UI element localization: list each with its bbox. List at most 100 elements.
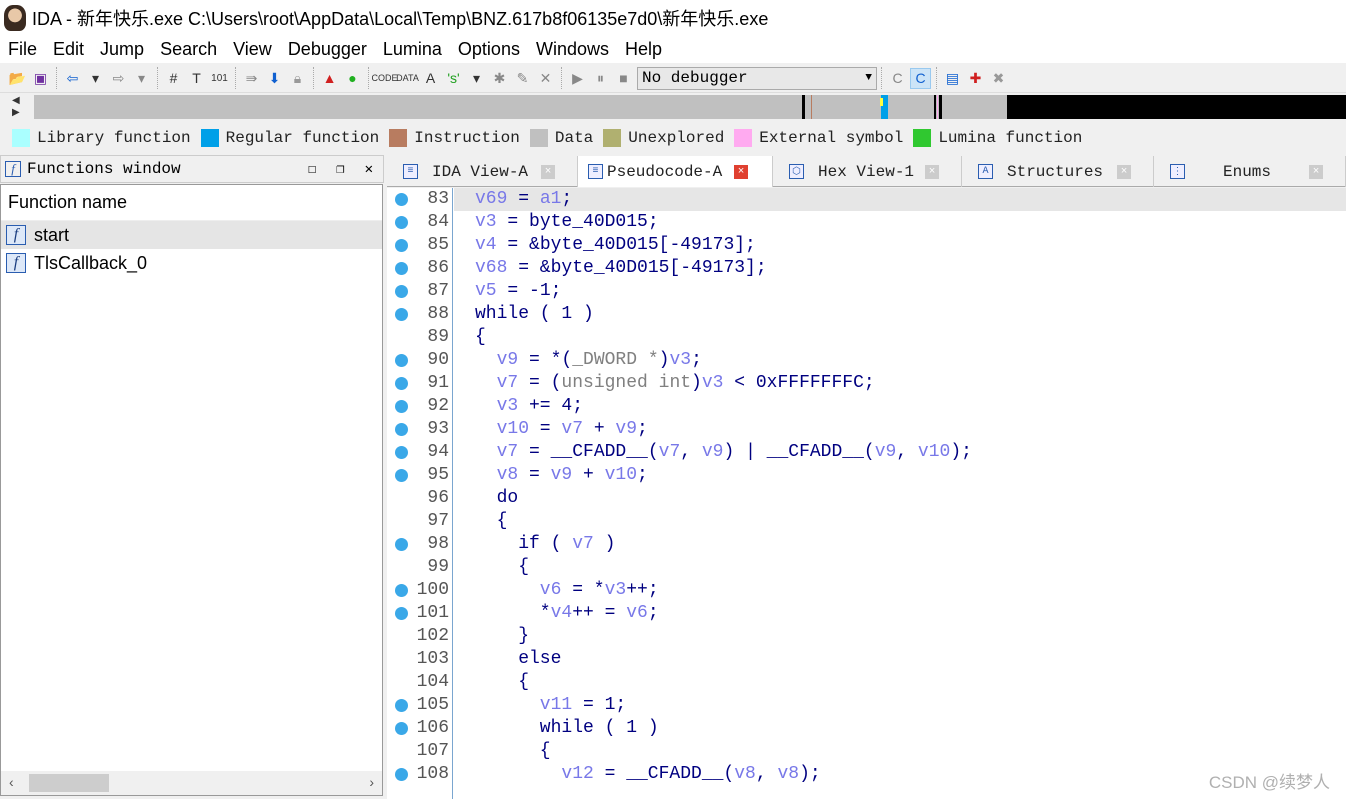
- code-line[interactable]: 99 {: [387, 556, 1346, 579]
- breakpoint-dot-icon[interactable]: [395, 354, 408, 367]
- code-line[interactable]: 108 v12 = __CFADD__(v8, v8);: [387, 763, 1346, 786]
- search-next-icon[interactable]: ⇛: [241, 68, 262, 89]
- add-breakpoint-icon[interactable]: ✚: [965, 68, 986, 89]
- open-icon[interactable]: 📂: [7, 68, 28, 89]
- code-line[interactable]: 84 v3 = byte_40D015;: [387, 211, 1346, 234]
- code-line[interactable]: 100 v6 = *v3++;: [387, 579, 1346, 602]
- code-line[interactable]: 106 while ( 1 ): [387, 717, 1346, 740]
- maximize-icon[interactable]: ☐: [308, 161, 316, 178]
- menu-file[interactable]: File: [0, 39, 45, 60]
- code-line[interactable]: 103 else: [387, 648, 1346, 671]
- menu-lumina[interactable]: Lumina: [375, 39, 450, 60]
- menu-view[interactable]: View: [225, 39, 280, 60]
- tab-enums[interactable]: ⋮ Enums ×: [1154, 156, 1346, 187]
- function-item[interactable]: f TlsCallback_0: [1, 249, 382, 277]
- close-tab-icon[interactable]: ×: [925, 164, 939, 179]
- breakpoint-list-icon[interactable]: ▤: [942, 68, 963, 89]
- breakpoint-dot-icon[interactable]: [395, 377, 408, 390]
- breakpoint-dot-icon[interactable]: [395, 584, 408, 597]
- green-circle-icon[interactable]: ●: [342, 68, 363, 89]
- breakpoint-dot-icon[interactable]: [395, 262, 408, 275]
- code-line[interactable]: 102}: [387, 625, 1346, 648]
- back-dropdown-icon[interactable]: ▾: [85, 68, 106, 89]
- breakpoint-dot-icon[interactable]: [395, 607, 408, 620]
- breakpoint-dot-icon[interactable]: [395, 446, 408, 459]
- close-tab-icon[interactable]: ×: [1309, 164, 1323, 179]
- menu-windows[interactable]: Windows: [528, 39, 617, 60]
- tab-hex-view-1[interactable]: ⬡ Hex View-1 ×: [773, 156, 962, 187]
- scrollbar-thumb[interactable]: [29, 774, 109, 792]
- menu-edit[interactable]: Edit: [45, 39, 92, 60]
- undefine-icon[interactable]: ✱: [489, 68, 510, 89]
- code-line[interactable]: 90 v9 = *(_DWORD *)v3;: [387, 349, 1346, 372]
- code-line[interactable]: 94 v7 = __CFADD__(v7, v9) | __CFADD__(v9,…: [387, 441, 1346, 464]
- code-line[interactable]: 104 {: [387, 671, 1346, 694]
- delete-icon[interactable]: ✕: [535, 68, 556, 89]
- forward-dropdown-icon[interactable]: ▾: [131, 68, 152, 89]
- code-line[interactable]: 97 {: [387, 510, 1346, 533]
- breakpoint-dot-icon[interactable]: [395, 308, 408, 321]
- navigation-strip[interactable]: [34, 95, 1346, 119]
- tab-structures[interactable]: A Structures ×: [962, 156, 1154, 187]
- column-header-function-name[interactable]: Function name: [1, 185, 382, 221]
- code-line[interactable]: 89 {: [387, 326, 1346, 349]
- pseudocode-icon[interactable]: C: [910, 67, 931, 89]
- close-tab-icon[interactable]: ×: [1117, 164, 1131, 179]
- code-line[interactable]: 98 if ( v7 ): [387, 533, 1346, 556]
- code-line[interactable]: 107 {: [387, 740, 1346, 763]
- code-line[interactable]: 105 v11 = 1;: [387, 694, 1346, 717]
- jump-down-icon[interactable]: ⬇: [264, 68, 285, 89]
- debugger-select[interactable]: No debugger ▼: [637, 66, 877, 90]
- breakpoint-dot-icon[interactable]: [395, 768, 408, 781]
- search-immediate-icon[interactable]: 101: [209, 68, 230, 89]
- breakpoint-dot-icon[interactable]: [395, 469, 408, 482]
- make-code-icon[interactable]: CODE: [372, 68, 398, 89]
- breakpoint-dot-icon[interactable]: [395, 400, 408, 413]
- lock-icon[interactable]: 🔒︎: [287, 68, 308, 89]
- menu-search[interactable]: Search: [152, 39, 225, 60]
- menu-debugger[interactable]: Debugger: [280, 39, 375, 60]
- dropdown-icon[interactable]: ▾: [466, 68, 487, 89]
- breakpoint-dot-icon[interactable]: [395, 538, 408, 551]
- code-line[interactable]: 93 v10 = v7 + v9;: [387, 418, 1346, 441]
- tab-pseudocode-a[interactable]: ≡ Pseudocode-A ×: [578, 156, 773, 187]
- navigation-band[interactable]: ◀ ▶: [0, 93, 1346, 121]
- tab-ida-view-a[interactable]: ≡ IDA View-A ×: [387, 156, 578, 187]
- code-line[interactable]: 92 v3 += 4;: [387, 395, 1346, 418]
- function-item[interactable]: f start: [1, 221, 382, 249]
- breakpoint-dot-icon[interactable]: [395, 216, 408, 229]
- breakpoint-dot-icon[interactable]: [395, 423, 408, 436]
- menu-jump[interactable]: Jump: [92, 39, 152, 60]
- rename-icon[interactable]: ✎: [512, 68, 533, 89]
- breakpoint-dot-icon[interactable]: [395, 699, 408, 712]
- code-line[interactable]: 96 do: [387, 487, 1346, 510]
- code-line[interactable]: 91 v7 = (unsigned int)v3 < 0xFFFFFFFC;: [387, 372, 1346, 395]
- close-tab-icon[interactable]: ×: [541, 164, 555, 179]
- forward-icon[interactable]: ⇨: [108, 68, 129, 89]
- pause-icon[interactable]: ⏸: [590, 68, 611, 89]
- back-icon[interactable]: ⇦: [62, 68, 83, 89]
- delete-breakpoint-icon[interactable]: ✖: [988, 68, 1009, 89]
- close-icon[interactable]: ✕: [365, 161, 373, 178]
- code-line[interactable]: 85 v4 = &byte_40D015[-49173];: [387, 234, 1346, 257]
- code-line[interactable]: 86 v68 = &byte_40D015[-49173];: [387, 257, 1346, 280]
- make-data-icon[interactable]: DATA: [396, 68, 419, 89]
- float-icon[interactable]: ❐: [336, 161, 344, 178]
- code-line[interactable]: 101 *v4++ = v6;: [387, 602, 1346, 625]
- close-tab-icon[interactable]: ×: [734, 164, 748, 179]
- nav-arrows-icon[interactable]: ◀ ▶: [12, 95, 20, 119]
- breakpoint-dot-icon[interactable]: [395, 193, 408, 206]
- stop-icon[interactable]: ■: [613, 68, 634, 89]
- breakpoint-dot-icon[interactable]: [395, 239, 408, 252]
- search-text-icon[interactable]: T: [186, 68, 207, 89]
- play-icon[interactable]: ▶: [567, 68, 588, 89]
- pseudocode-view[interactable]: 83 v69 = a1; 84 v3 = byte_40D015; 85 v4 = &by…: [387, 188, 1346, 799]
- scroll-right-icon[interactable]: ›: [369, 774, 374, 790]
- scroll-left-icon[interactable]: ‹: [9, 774, 14, 790]
- make-ascii-icon[interactable]: A: [420, 68, 441, 89]
- breakpoint-dot-icon[interactable]: [395, 285, 408, 298]
- warning-icon[interactable]: ▲: [319, 68, 340, 89]
- search-binary-icon[interactable]: #: [163, 68, 184, 89]
- breakpoint-dot-icon[interactable]: [395, 722, 408, 735]
- make-struct-icon[interactable]: 's': [443, 68, 464, 89]
